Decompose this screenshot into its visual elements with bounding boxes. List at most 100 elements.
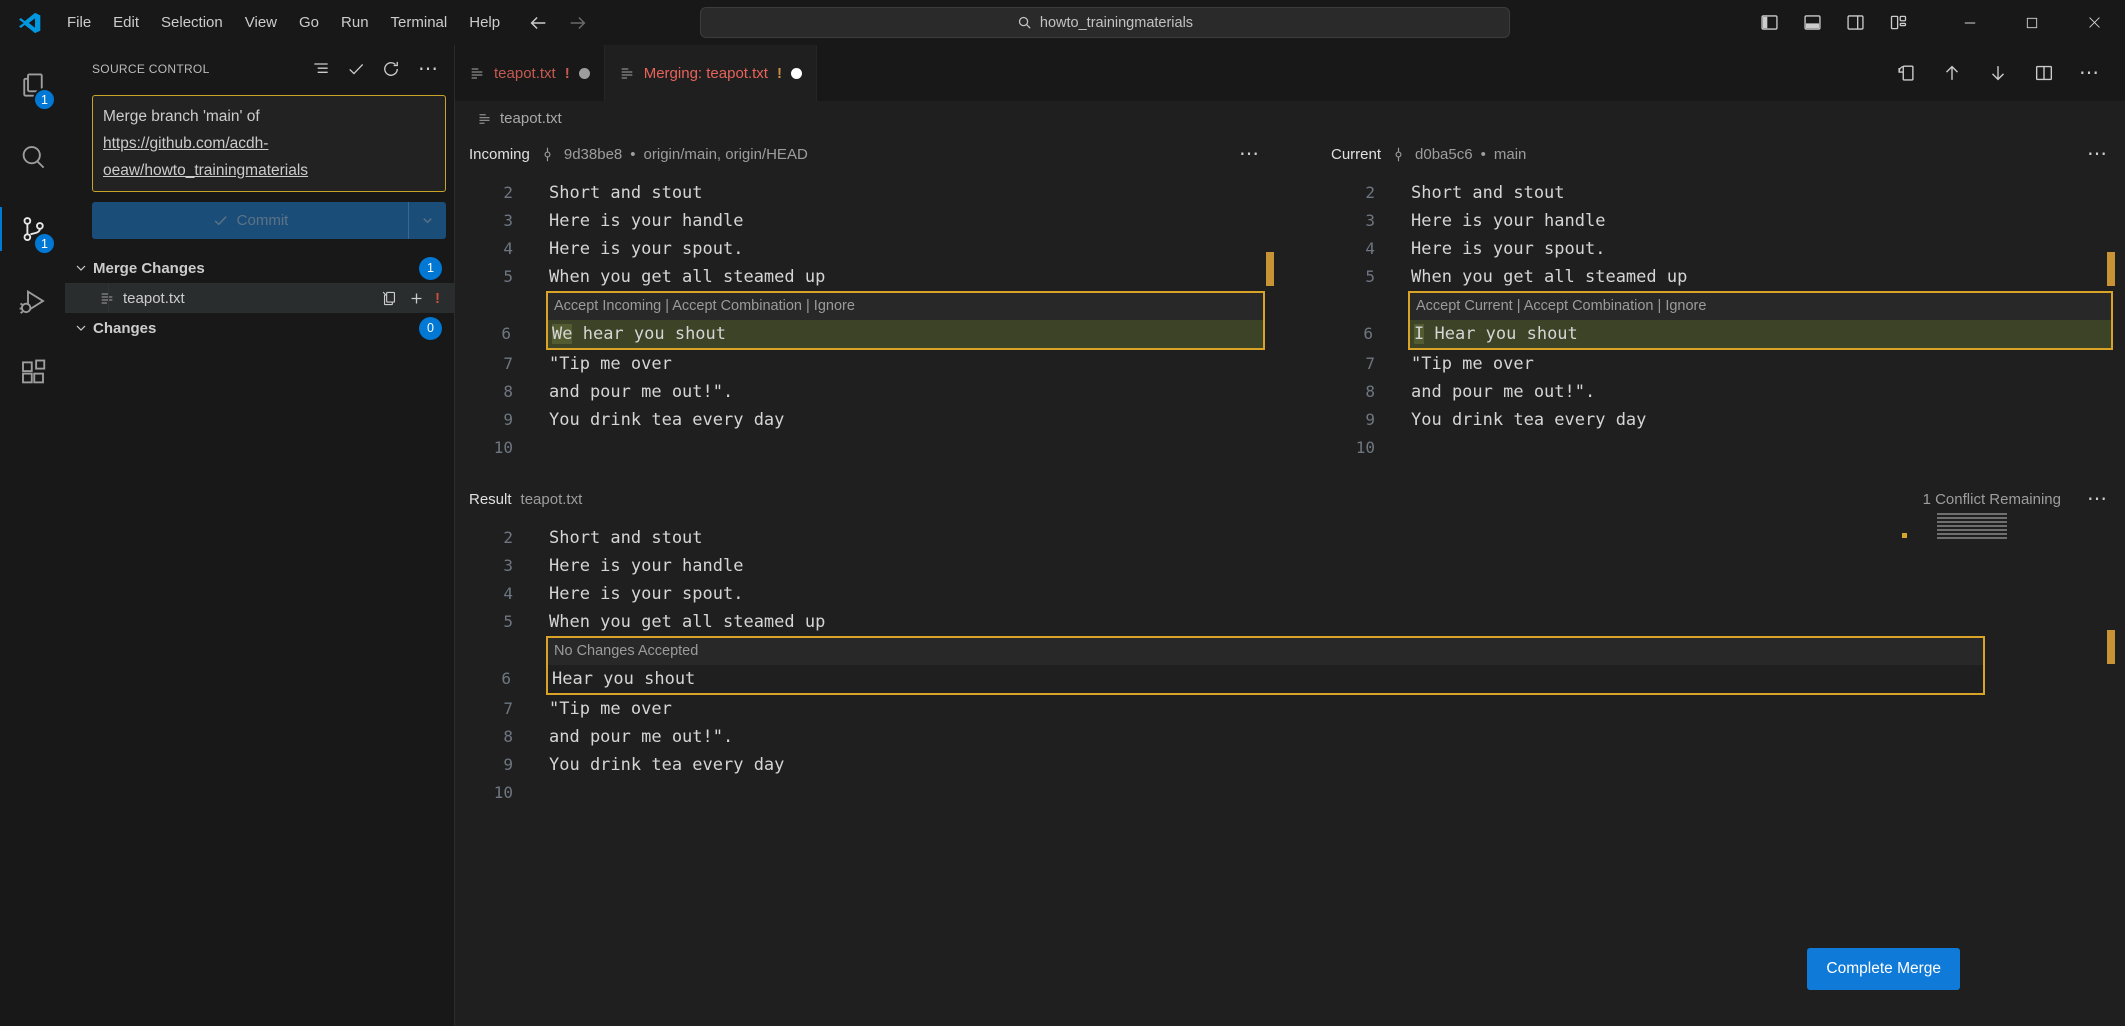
file-name: teapot.txt xyxy=(123,290,373,307)
code-line: 7"Tip me over xyxy=(455,350,1277,378)
merge-conflict-actions[interactable]: Accept Current | Accept Combination | Ig… xyxy=(1410,293,2111,320)
maximize-button[interactable] xyxy=(2001,0,2063,45)
breadcrumb-file[interactable]: teapot.txt xyxy=(500,110,562,127)
more-actions-icon[interactable]: ⋯ xyxy=(418,59,440,79)
minimize-button[interactable] xyxy=(1939,0,2001,45)
toggle-panel-icon[interactable] xyxy=(1802,12,1823,33)
pane-divider[interactable] xyxy=(1277,135,1317,480)
code-area-current[interactable]: 2Short and stout3Here is your handle4Her… xyxy=(1317,173,2125,462)
code-line: 4Here is your spout. xyxy=(455,580,2125,608)
tab-teapot[interactable]: teapot.txt ! xyxy=(455,45,605,101)
titlebar: File Edit Selection View Go Run Terminal… xyxy=(0,0,2125,45)
conflict-scroll-marker xyxy=(1266,252,1274,286)
activitybar-run-debug[interactable] xyxy=(0,265,65,337)
commit-dropdown-button[interactable] xyxy=(408,202,446,239)
merge-conflict-actions[interactable]: Accept Incoming | Accept Combination | I… xyxy=(548,293,1263,320)
dirty-indicator-icon[interactable] xyxy=(579,68,590,79)
pane-title: Incoming xyxy=(469,146,530,163)
activitybar-search[interactable] xyxy=(0,121,65,193)
search-icon xyxy=(1017,15,1032,30)
more-actions-icon[interactable]: ⋯ xyxy=(2087,489,2109,509)
code-area-result[interactable]: 2Short and stout3Here is your handle4Her… xyxy=(455,518,2125,807)
changes-section[interactable]: Changes 0 xyxy=(65,313,454,343)
source-control-sidebar: SOURCE CONTROL ⋯ Merge branch 'main' of … xyxy=(65,45,455,1026)
code-line: 9You drink tea every day xyxy=(455,406,1277,434)
conflict-status: 1 Conflict Remaining xyxy=(1923,491,2061,508)
conflict-code-line: 6We hear you shout xyxy=(548,320,1263,348)
previous-conflict-icon[interactable] xyxy=(1941,62,1963,84)
extensions-icon xyxy=(18,358,48,388)
split-editor-icon[interactable] xyxy=(2033,62,2055,84)
code-line: 9You drink tea every day xyxy=(1317,406,2125,434)
open-file-icon[interactable] xyxy=(381,290,398,307)
commit-message-line: Merge branch 'main' of xyxy=(103,103,435,130)
tab-merging-teapot[interactable]: Merging: teapot.txt ! xyxy=(605,45,817,101)
merge-changes-section[interactable]: Merge Changes 1 xyxy=(65,253,454,283)
tab-decoration: ! xyxy=(777,65,782,82)
menu-selection[interactable]: Selection xyxy=(150,8,234,37)
commit-check-icon[interactable] xyxy=(346,59,366,79)
result-pane-header: Result teapot.txt 1 Conflict Remaining ⋯ xyxy=(455,480,2125,518)
code-line: 2Short and stout xyxy=(455,524,2125,552)
menu-terminal[interactable]: Terminal xyxy=(380,8,459,37)
code-line: 3Here is your handle xyxy=(455,552,2125,580)
tab-decoration: ! xyxy=(565,65,570,82)
complete-merge-button[interactable]: Complete Merge xyxy=(1807,948,1960,990)
activity-bar: 1 1 xyxy=(0,45,65,1026)
activitybar-extensions[interactable] xyxy=(0,337,65,409)
menu-go[interactable]: Go xyxy=(288,8,330,37)
dirty-indicator-icon[interactable] xyxy=(791,68,802,79)
code-line: 5When you get all steamed up xyxy=(1317,263,2125,291)
activitybar-source-control[interactable]: 1 xyxy=(0,193,65,265)
more-actions-icon[interactable]: ⋯ xyxy=(1239,144,1261,164)
explorer-badge: 1 xyxy=(33,88,56,111)
menu-edit[interactable]: Edit xyxy=(102,8,150,37)
sidebar-title: SOURCE CONTROL xyxy=(92,62,311,76)
refresh-icon[interactable] xyxy=(381,59,401,79)
commit-button[interactable]: Commit xyxy=(92,202,446,239)
activitybar-explorer[interactable]: 1 xyxy=(0,49,65,121)
code-line: 7"Tip me over xyxy=(1317,350,2125,378)
forward-arrow-icon[interactable] xyxy=(567,12,589,34)
changes-badge: 0 xyxy=(419,317,442,340)
chevron-down-icon xyxy=(73,320,89,336)
menu-file[interactable]: File xyxy=(56,8,102,37)
next-conflict-icon[interactable] xyxy=(1987,62,2009,84)
merge-pane-result: Result teapot.txt 1 Conflict Remaining ⋯… xyxy=(455,480,2125,1026)
conflict-code-line: 6Hear you shout xyxy=(548,665,1983,693)
more-actions-icon[interactable]: ⋯ xyxy=(2079,63,2101,83)
menu-run[interactable]: Run xyxy=(330,8,380,37)
text-file-icon xyxy=(477,111,492,126)
git-commit-icon xyxy=(539,146,556,163)
toggle-secondary-sidebar-icon[interactable] xyxy=(1845,12,1866,33)
back-arrow-icon[interactable] xyxy=(527,12,549,34)
bullet: • xyxy=(630,146,635,163)
command-center-search[interactable]: howto_trainingmaterials xyxy=(700,7,1510,38)
toggle-sidebar-icon[interactable] xyxy=(1759,12,1780,33)
more-actions-icon[interactable]: ⋯ xyxy=(2087,144,2109,164)
search-text: howto_trainingmaterials xyxy=(1040,15,1193,31)
code-area-incoming[interactable]: 2Short and stout3Here is your handle4Her… xyxy=(455,173,1277,462)
minimap[interactable] xyxy=(1937,513,2007,539)
menu-view[interactable]: View xyxy=(234,8,288,37)
tab-label: Merging: teapot.txt xyxy=(644,65,768,82)
branch-refs: origin/main, origin/HEAD xyxy=(644,146,808,163)
open-changes-icon[interactable] xyxy=(1895,62,1917,84)
code-line: 10 xyxy=(455,779,2125,807)
view-as-list-icon[interactable] xyxy=(311,59,331,79)
stage-plus-icon[interactable] xyxy=(408,290,425,307)
bullet: • xyxy=(1481,146,1486,163)
menu-help[interactable]: Help xyxy=(458,8,511,37)
commit-message-input[interactable]: Merge branch 'main' of https://github.co… xyxy=(92,95,446,192)
code-line: 10 xyxy=(1317,434,2125,462)
close-window-button[interactable] xyxy=(2063,0,2125,45)
incoming-pane-header: Incoming 9d38be8 • origin/main, origin/H… xyxy=(455,135,1277,173)
customize-layout-icon[interactable] xyxy=(1888,12,1909,33)
file-row-teapot[interactable]: teapot.txt ! xyxy=(65,283,454,313)
code-line: 2Short and stout xyxy=(1317,179,2125,207)
breadcrumb[interactable]: teapot.txt xyxy=(455,101,2125,135)
merge-pane-incoming: Incoming 9d38be8 • origin/main, origin/H… xyxy=(455,135,1277,480)
text-file-icon xyxy=(469,65,485,81)
code-line: 8and pour me out!". xyxy=(1317,378,2125,406)
merge-pane-current: Current d0ba5c6 • main ⋯ 2Short and stou… xyxy=(1317,135,2125,480)
